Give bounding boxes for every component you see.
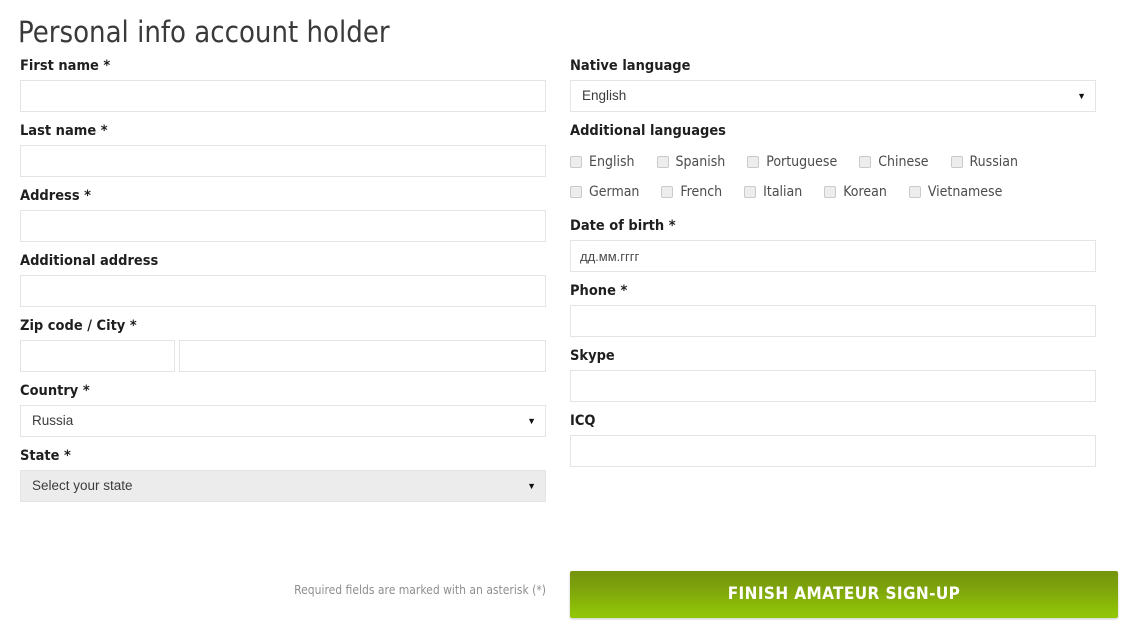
checkbox-label: Chinese [878,154,929,170]
state-label: State * [20,448,71,464]
checkbox-italian[interactable]: Italian [744,184,802,200]
native-language-label: Native language [570,58,691,74]
state-select-value: Select your state [20,470,546,502]
country-label: Country * [20,383,90,399]
phone-label: Phone * [570,283,628,299]
checkbox-icon[interactable] [570,156,582,168]
page-title: Personal info account holder [18,15,390,50]
checkbox-icon[interactable] [747,156,760,168]
field-state: State * Select your state ▼ [20,448,546,502]
checkbox-russian[interactable]: Russian [950,154,1018,170]
finish-signup-button[interactable]: FINISH AMATEUR SIGN-UP [570,571,1118,618]
checkbox-label: Russian [969,154,1018,170]
field-skype: Skype [570,348,1096,402]
country-select-value: Russia [20,405,546,437]
last-name-label: Last name * [20,123,108,139]
field-date-of-birth: Date of birth * [570,218,1096,272]
language-row: English Spanish Portuguese Chinese Russi… [570,147,1096,177]
field-icq: ICQ [570,413,1096,467]
first-name-input[interactable] [20,80,546,112]
last-name-input[interactable] [20,145,546,177]
language-row: German French Italian Korean Vietnamese [570,177,1096,207]
checkbox-label: Spanish [675,154,726,170]
field-zip-city: Zip code / City * [20,318,546,372]
checkbox-label: Italian [763,184,803,200]
checkbox-icon[interactable] [824,186,837,198]
right-column: Native language English ▼ Additional lan… [570,58,1096,478]
checkbox-label: German [589,184,640,200]
country-select[interactable]: Russia ▼ [20,405,546,437]
zip-city-row [20,340,546,372]
checkbox-label: Vietnamese [927,184,1003,200]
city-input[interactable] [179,340,546,372]
native-language-select[interactable]: English ▼ [570,80,1096,112]
field-additional-languages: Additional languages English Spanish Por… [570,123,1096,207]
checkbox-icon[interactable] [570,186,582,198]
icq-label: ICQ [570,413,596,429]
state-select[interactable]: Select your state ▼ [20,470,546,502]
skype-input[interactable] [570,370,1096,402]
checkbox-label: French [680,184,723,200]
date-of-birth-input[interactable] [570,240,1096,272]
first-name-label: First name * [20,58,111,74]
checkbox-spanish[interactable]: Spanish [656,154,726,170]
checkbox-icon[interactable] [661,186,674,198]
field-additional-address: Additional address [20,253,546,307]
field-country: Country * Russia ▼ [20,383,546,437]
checkbox-icon[interactable] [744,186,757,198]
checkbox-icon[interactable] [950,156,963,168]
left-column: First name * Last name * Address * Addit… [20,58,546,513]
checkbox-icon[interactable] [656,156,669,168]
additional-address-input[interactable] [20,275,546,307]
additional-address-label: Additional address [20,253,159,269]
checkbox-vietnamese[interactable]: Vietnamese [908,184,1003,200]
additional-languages-grid: English Spanish Portuguese Chinese Russi… [570,147,1096,207]
checkbox-label: Portuguese [766,154,838,170]
checkbox-english[interactable]: English [570,154,635,170]
field-last-name: Last name * [20,123,546,177]
icq-input[interactable] [570,435,1096,467]
address-input[interactable] [20,210,546,242]
checkbox-icon[interactable] [859,156,872,168]
additional-languages-label: Additional languages [570,123,726,139]
native-language-select-value: English [570,80,1096,112]
field-phone: Phone * [570,283,1096,337]
personal-info-form-page: Personal info account holder First name … [0,0,1137,621]
phone-input[interactable] [570,305,1096,337]
field-first-name: First name * [20,58,546,112]
address-label: Address * [20,188,91,204]
checkbox-icon[interactable] [908,186,921,198]
checkbox-label: Korean [843,184,887,200]
checkbox-german[interactable]: German [570,184,639,200]
field-address: Address * [20,188,546,242]
checkbox-french[interactable]: French [661,184,722,200]
date-of-birth-label: Date of birth * [570,218,676,234]
checkbox-label: English [589,154,635,170]
zip-code-input[interactable] [20,340,175,372]
checkbox-chinese[interactable]: Chinese [859,154,929,170]
skype-label: Skype [570,348,615,364]
checkbox-korean[interactable]: Korean [824,184,887,200]
zip-city-label: Zip code / City * [20,318,137,334]
required-fields-note: Required fields are marked with an aster… [294,583,546,597]
checkbox-portuguese[interactable]: Portuguese [747,154,837,170]
field-native-language: Native language English ▼ [570,58,1096,112]
